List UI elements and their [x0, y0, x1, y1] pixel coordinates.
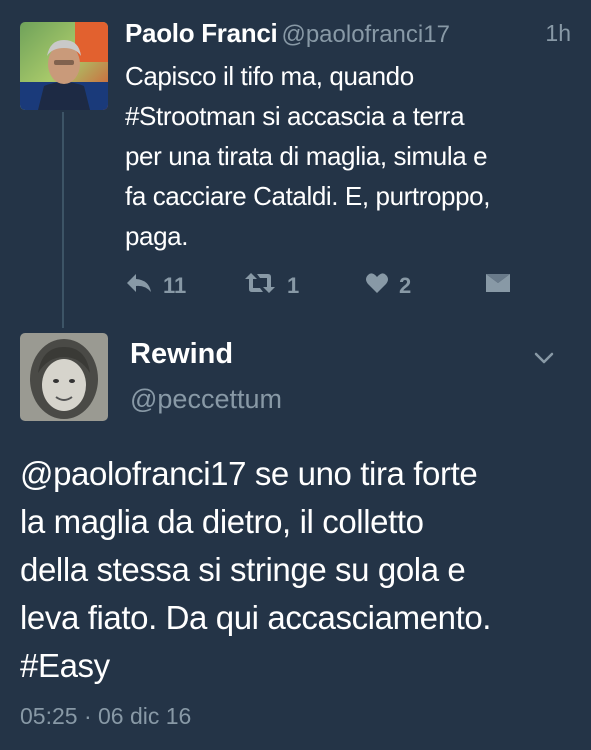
- tweet2-timestamp[interactable]: 05:25 · 06 dic 16: [20, 703, 191, 730]
- like-icon: [365, 272, 389, 300]
- direct-message-icon: [485, 273, 511, 299]
- retweet-button[interactable]: 1: [243, 266, 299, 306]
- avatar-rewind[interactable]: [20, 333, 108, 421]
- reply-icon: [125, 272, 153, 300]
- tweet2-text-line: la maglia da dietro, il colletto: [20, 503, 424, 540]
- tweet1-time[interactable]: 1h: [545, 20, 571, 47]
- tweet1-action-bar: 11 1 2: [125, 266, 525, 306]
- tweet1-text-line: fa cacciare Cataldi. E, purtroppo,: [125, 181, 491, 211]
- retweet-icon: [243, 271, 277, 301]
- direct-message-button[interactable]: [485, 266, 511, 306]
- tweet2-text-line: della stessa si stringe su gola e: [20, 551, 466, 588]
- tweet2-text-line: #Easy: [20, 647, 110, 684]
- reply-count: 11: [163, 273, 187, 298]
- tweet1-text-line: paga.: [125, 221, 189, 251]
- tweet2-text[interactable]: @paolofranci17 se uno tira forte la magl…: [20, 450, 580, 690]
- tweet1-text-line: #Strootman si accascia a terra: [125, 101, 465, 131]
- tweet1-text-line: per una tirata di maglia, simula e: [125, 141, 488, 171]
- tweet1-author-handle[interactable]: @paolofranci17: [281, 21, 449, 48]
- retweet-count: 1: [287, 273, 300, 298]
- tweet2-author-handle[interactable]: @peccettum: [130, 384, 282, 415]
- tweet2-author-name[interactable]: Rewind: [130, 338, 233, 371]
- thread-connector-line: [62, 112, 64, 328]
- reply-button[interactable]: 11: [125, 266, 186, 306]
- caret-down-icon[interactable]: [530, 344, 558, 372]
- avatar-paolo-franci[interactable]: [20, 22, 108, 110]
- tweet1-author-name[interactable]: Paolo Franci: [125, 18, 278, 48]
- tweet1-text-line: Capisco il tifo ma, quando: [125, 61, 414, 91]
- tweet1-header: Paolo Franci @paolofranci17 1h: [125, 18, 575, 58]
- like-count: 2: [399, 273, 412, 298]
- tweet1-text[interactable]: Capisco il tifo ma, quando #Strootman si…: [125, 56, 565, 256]
- tweet2-text-line: @paolofranci17 se uno tira forte: [20, 455, 478, 492]
- tweet2-text-line: leva fiato. Da qui accasciamento.: [20, 599, 492, 636]
- like-button[interactable]: 2: [365, 266, 411, 306]
